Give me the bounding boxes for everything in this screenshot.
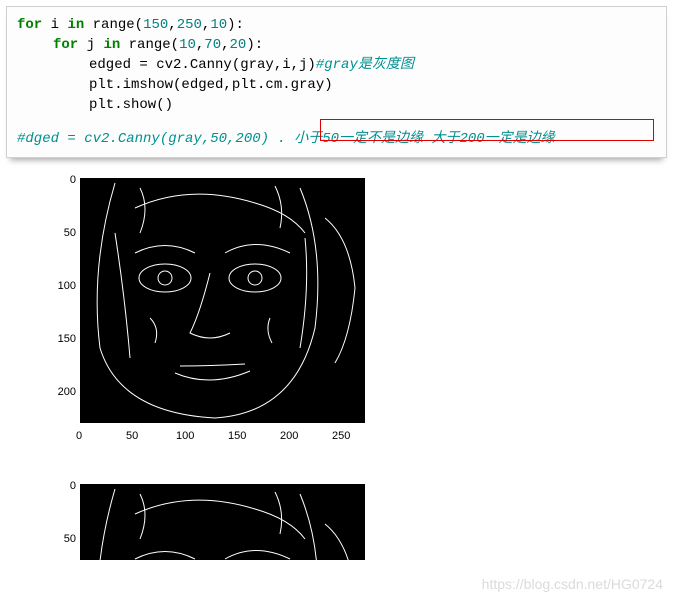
chart-image [80,484,365,560]
x-tick: 250 [332,430,350,442]
code-line-5: plt.show() [17,95,656,115]
axes: 0 50 100 150 200 0 50 100 150 200 250 [38,172,398,472]
comment: #dged = cv2.Canny(gray,50,200) . [17,131,294,147]
edge-face-svg [80,178,365,423]
x-tick: 100 [176,430,194,442]
x-tick: 200 [280,430,298,442]
comment: #gray是灰度图 [316,57,414,73]
y-tick: 100 [38,280,76,292]
fn-range: range [93,17,135,33]
edge-face-svg [80,484,365,560]
chart-image [80,178,365,423]
keyword-for: for [17,17,42,33]
code-line-3: edged = cv2.Canny(gray,i,j)#gray是灰度图 [17,55,656,75]
var-j: j [87,37,95,53]
y-tick: 200 [38,386,76,398]
plot-2: 0 50 [38,478,398,560]
var-i: i [51,17,59,33]
keyword-in: in [103,37,120,53]
y-tick: 150 [38,333,76,345]
y-tick: 0 [38,480,76,492]
plot-1: 0 50 100 150 200 0 50 100 150 200 250 [38,172,398,472]
x-tick: 150 [228,430,246,442]
plot-area: 0 50 100 150 200 0 50 100 150 200 250 [38,172,673,560]
y-tick: 50 [38,227,76,239]
x-tick: 50 [126,430,138,442]
highlight-box [320,119,654,141]
code-line-4: plt.imshow(edged,plt.cm.gray) [17,75,656,95]
y-tick: 0 [38,174,76,186]
code-line-2: for j in range(10,70,20): [17,35,656,55]
keyword-in: in [67,17,84,33]
y-tick: 50 [38,533,76,545]
watermark: https://blog.csdn.net/HG0724 [482,576,663,592]
fn-range: range [129,37,171,53]
axes: 0 50 [38,478,398,560]
code-block: for i in range(150,250,10): for j in ran… [6,6,667,158]
keyword-for: for [53,37,78,53]
x-tick: 0 [76,430,82,442]
page: { "code": { "l1": {"kw1":"for","v":"i","… [0,0,673,598]
code-line-1: for i in range(150,250,10): [17,15,656,35]
